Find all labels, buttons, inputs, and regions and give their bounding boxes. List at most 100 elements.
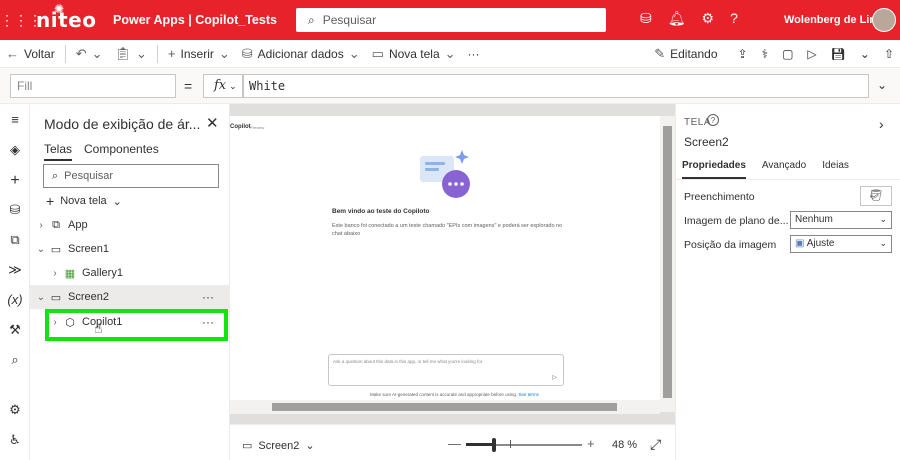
power-automate-icon[interactable]: ≫ — [0, 262, 30, 278]
new-screen-button[interactable]: ▭ Nova tela ⌄ — [366, 46, 462, 62]
property-dropdown[interactable]: Fill — [10, 74, 176, 98]
image-position-label: Posição da imagem — [684, 239, 777, 251]
equals-sign: = — [184, 78, 193, 94]
control-name[interactable]: Screen2 — [684, 135, 729, 149]
fill-color-picker[interactable]: 🪣︎ — [860, 186, 892, 206]
fullscreen-icon[interactable]: ⤢ — [650, 436, 661, 453]
preview-tag: Preview — [250, 125, 265, 130]
app-title: Power Apps | Copilot_Tests — [113, 13, 277, 27]
chevron-down-icon: ⌄ — [444, 45, 456, 61]
search-icon[interactable]: ⌕ — [0, 352, 30, 368]
data-icon[interactable]: ⛁ — [0, 202, 30, 218]
expand-formula-icon[interactable]: ⌄ — [877, 78, 887, 92]
publish-icon[interactable]: ⇧ — [884, 47, 894, 61]
welcome-description: Este banco foi conectado a um teste cham… — [332, 223, 563, 237]
formula-input[interactable]: White — [243, 74, 869, 98]
insert-icon[interactable]: + — [0, 172, 30, 190]
fx-button[interactable]: fx ⌄ — [203, 74, 243, 98]
play-icon[interactable]: ▷ — [807, 47, 816, 61]
chevron-down-icon[interactable]: ⌄ — [34, 292, 48, 303]
close-icon[interactable]: ✕ — [206, 114, 219, 132]
chevron-down-icon: ⌄ — [218, 45, 230, 61]
chevron-right-icon[interactable]: › — [34, 220, 48, 231]
image-position-dropdown[interactable]: ▣ Ajuste ⌄ — [790, 235, 892, 253]
screen-selector[interactable]: ▭ Screen2 ⌄ — [242, 439, 315, 453]
back-button[interactable]: ← Voltar — [0, 46, 61, 61]
node-label: Gallery1 — [82, 267, 123, 279]
app-screen[interactable]: Copilot Preview Bem vindo ao teste do Co… — [230, 116, 660, 400]
tree-node-screen1[interactable]: ⌄ ▭ Screen1 — [30, 237, 230, 261]
tab-ideas[interactable]: Ideias — [822, 160, 849, 179]
chevron-right-icon[interactable]: › — [48, 268, 62, 279]
search-icon: ⌕ — [52, 169, 59, 182]
help-icon[interactable]: ? — [707, 114, 719, 126]
variables-icon[interactable]: (x) — [0, 292, 30, 307]
zoom-in-button[interactable]: + — [587, 436, 595, 451]
paste-button[interactable]: 📋︎ ⌄ — [109, 46, 153, 62]
more-options-icon[interactable]: ··· — [202, 290, 214, 304]
new-screen-button[interactable]: + Nova tela ⌄ — [46, 193, 122, 209]
bg-image-dropdown[interactable]: Nenhum ⌄ — [790, 211, 892, 229]
settings-icon[interactable]: ⚙ — [702, 10, 715, 27]
tab-advanced[interactable]: Avançado — [762, 160, 806, 179]
plus-icon: + — [46, 193, 55, 209]
environment-icon[interactable]: ⛁ — [640, 10, 652, 27]
image-position-value: Ajuste — [806, 238, 835, 249]
editing-button[interactable]: ✎ Editando — [648, 46, 723, 62]
menu-icon[interactable]: ≡ — [0, 112, 30, 127]
undo-button[interactable]: ↶ ⌄ — [70, 46, 109, 62]
formula-bar: Fill = fx ⌄ White ⌄ — [0, 68, 900, 104]
media-icon[interactable]: ⧉ — [0, 232, 30, 248]
add-data-button[interactable]: ⛁ Adicionar dados ⌄ — [236, 46, 366, 62]
help-icon[interactable]: ? — [730, 10, 738, 27]
scrollbar-thumb[interactable] — [663, 126, 672, 398]
insert-button[interactable]: + Inserir ⌄ — [162, 46, 236, 62]
divider — [676, 179, 900, 180]
comments-icon[interactable]: ▢ — [782, 47, 793, 61]
paint-bucket-icon: 🪣︎ — [869, 190, 883, 202]
bg-image-value: Nenhum — [795, 214, 833, 225]
settings-icon[interactable]: ⚙ — [0, 402, 30, 418]
share-icon[interactable]: ⇪ — [738, 47, 748, 61]
zoom-slider-handle[interactable] — [492, 438, 496, 452]
tree-tabs: Telas Componentes — [44, 142, 159, 161]
notifications-icon[interactable]: 🔔︎ — [668, 10, 686, 27]
node-label: Screen1 — [68, 243, 109, 255]
chevron-down-icon: ⌄ — [348, 45, 360, 61]
disclaimer-text: Make sure AI-generated content is accura… — [370, 392, 518, 397]
search-placeholder: Pesquisar — [64, 170, 114, 182]
chevron-down-icon: ⌄ — [229, 82, 237, 92]
terms-link[interactable]: See terms — [518, 392, 539, 397]
scrollbar-thumb[interactable] — [272, 403, 617, 411]
tree-search-input[interactable]: ⌕ Pesquisar — [43, 164, 219, 188]
app-checker-icon[interactable]: ⚕ — [762, 47, 769, 61]
chevron-down-icon: ⌄ — [91, 45, 103, 61]
chevron-right-icon[interactable]: › — [879, 116, 884, 132]
tree-view-icon[interactable]: ◈ — [0, 142, 30, 158]
chevron-down-icon: ⌄ — [136, 45, 147, 61]
copilot-ask-input[interactable]: Ask a question about this data in this a… — [328, 354, 564, 386]
accessibility-icon[interactable]: ♿︎ — [0, 432, 30, 448]
horizontal-scrollbar[interactable] — [230, 400, 660, 414]
save-icon[interactable]: 💾︎ — [831, 47, 846, 61]
tab-components[interactable]: Componentes — [84, 142, 159, 161]
more-commands-button[interactable]: ··· — [462, 47, 486, 61]
avatar[interactable] — [872, 8, 896, 32]
app-launcher-icon[interactable]: ⋮⋮⋮ — [0, 12, 42, 29]
tab-screens[interactable]: Telas — [44, 142, 73, 161]
tree-node-gallery1[interactable]: › ▦ Gallery1 — [30, 261, 230, 285]
insert-label: Inserir — [180, 46, 214, 61]
zoom-out-button[interactable]: — — [448, 436, 461, 451]
chevron-down-icon[interactable]: ⌄ — [34, 244, 48, 255]
tab-properties[interactable]: Propriedades — [682, 160, 746, 179]
send-icon[interactable]: ▷ — [552, 374, 557, 381]
vertical-scrollbar[interactable] — [660, 116, 675, 412]
tree-node-app[interactable]: › ⧉ App — [30, 213, 230, 237]
chat-illustration-icon — [420, 150, 470, 198]
tools-icon[interactable]: ⚒ — [0, 322, 30, 338]
global-search-input[interactable]: ⌕ Pesquisar — [296, 8, 606, 32]
welcome-title: Bem vindo ao teste do Copiloto — [332, 208, 430, 215]
properties-panel: TELA ? › Screen2 Propriedades Avançado I… — [675, 104, 900, 460]
tree-node-screen2[interactable]: ⌄ ▭ Screen2 ··· — [30, 285, 230, 309]
chevron-down-icon[interactable]: ⌄ — [860, 47, 870, 61]
